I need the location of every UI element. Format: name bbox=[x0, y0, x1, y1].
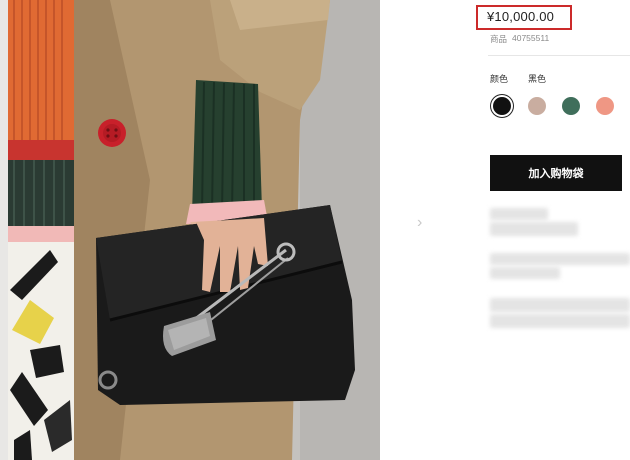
selected-color-name: 黑色 bbox=[528, 74, 547, 84]
color-swatch-green[interactable] bbox=[562, 97, 580, 115]
color-swatch-black[interactable] bbox=[493, 97, 511, 115]
sku-label: 商品 bbox=[490, 34, 508, 44]
product-info-panel: ¥10,000.00 商品 40755511 颜色 黑色 加入购物袋 › bbox=[380, 0, 630, 460]
color-swatch-coral[interactable] bbox=[596, 97, 614, 115]
sku-number: 40755511 bbox=[512, 33, 550, 43]
color-swatch-taupe[interactable] bbox=[528, 97, 546, 115]
product-image bbox=[0, 0, 380, 460]
chevron-right-icon[interactable]: › bbox=[417, 214, 422, 232]
add-to-bag-button[interactable]: 加入购物袋 bbox=[490, 155, 622, 191]
divider bbox=[488, 55, 630, 56]
blurred-text bbox=[490, 208, 548, 220]
product-price: ¥10,000.00 bbox=[487, 9, 555, 24]
blurred-text bbox=[490, 267, 560, 279]
blurred-text bbox=[490, 222, 578, 236]
blurred-text bbox=[490, 314, 630, 328]
product-photo bbox=[0, 0, 380, 460]
blurred-text bbox=[490, 253, 630, 265]
blurred-text bbox=[490, 298, 630, 312]
color-label: 颜色 bbox=[490, 74, 509, 84]
